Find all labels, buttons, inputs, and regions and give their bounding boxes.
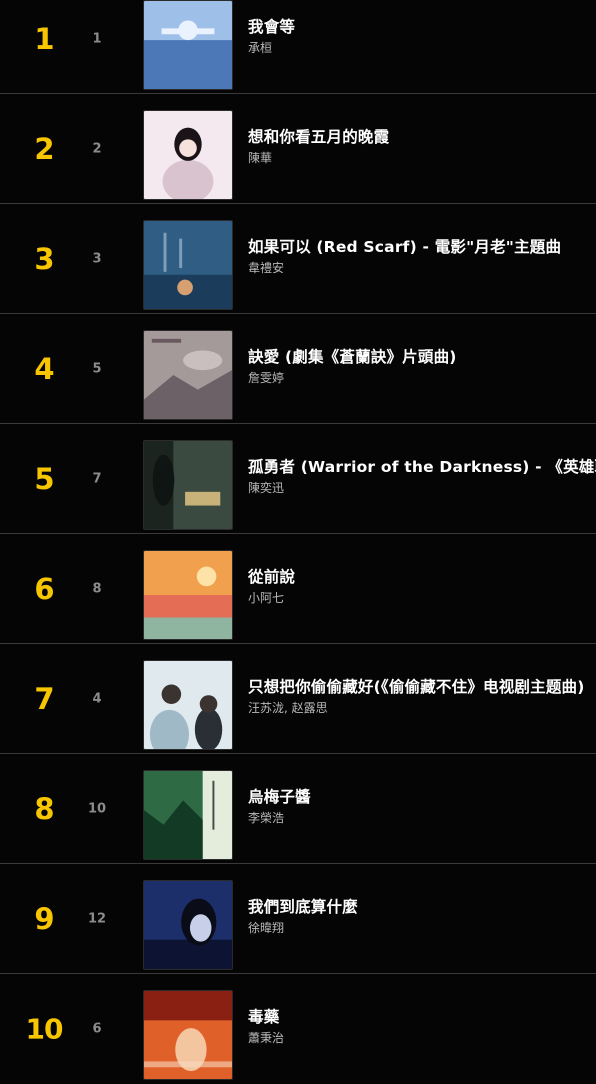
album-cover[interactable] xyxy=(143,770,233,860)
previous-rank: 8 xyxy=(92,581,102,596)
previous-rank: 1 xyxy=(92,31,102,46)
track-info: 烏梅子醬 李榮浩 xyxy=(248,787,596,826)
album-cover[interactable] xyxy=(143,990,233,1080)
track-info: 只想把你偷偷藏好(《偷偷藏不住》电视剧主题曲) 汪苏泷, 赵露思 xyxy=(248,677,596,716)
chart-entry-1[interactable]: 1 1 我會等 承桓 xyxy=(0,0,596,94)
track-title[interactable]: 烏梅子醬 xyxy=(248,787,596,807)
track-artist[interactable]: 陳華 xyxy=(248,150,596,166)
track-title[interactable]: 毒藥 xyxy=(248,1007,596,1027)
chart-entry-9[interactable]: 9 12 我們到底算什麼 徐暐翔 xyxy=(0,864,596,974)
current-rank: 6 xyxy=(34,571,54,606)
track-info: 訣愛 (劇集《蒼蘭訣》片頭曲) 詹雯婷 xyxy=(248,347,596,386)
track-info: 孤勇者 (Warrior of the Darkness) - 《英雄聯盟》 陳… xyxy=(248,457,596,496)
track-title[interactable]: 孤勇者 (Warrior of the Darkness) - 《英雄聯盟》 xyxy=(248,457,596,477)
chart-entry-10[interactable]: 10 6 毒藥 蕭秉治 xyxy=(0,974,596,1084)
current-rank: 2 xyxy=(34,131,54,166)
track-artist[interactable]: 徐暐翔 xyxy=(248,920,596,936)
current-rank: 1 xyxy=(34,21,54,56)
track-info: 如果可以 (Red Scarf) - 電影"月老"主題曲 韋禮安 xyxy=(248,237,596,276)
track-artist[interactable]: 蕭秉治 xyxy=(248,1030,596,1046)
chart-entry-5[interactable]: 5 7 孤勇者 (Warrior of the Darkness) - 《英雄聯… xyxy=(0,424,596,534)
chart-entry-3[interactable]: 3 3 如果可以 (Red Scarf) - 電影"月老"主題曲 韋禮安 xyxy=(0,204,596,314)
chart-entry-6[interactable]: 6 8 從前說 小阿七 xyxy=(0,534,596,644)
chart-list: 1 1 我會等 承桓 2 2 想和你看五月的晚霞 陳華 3 3 如果可以 (Re… xyxy=(0,0,596,1084)
track-title[interactable]: 我會等 xyxy=(248,17,596,37)
current-rank: 9 xyxy=(34,901,54,936)
track-artist[interactable]: 詹雯婷 xyxy=(248,370,596,386)
album-cover[interactable] xyxy=(143,660,233,750)
track-artist[interactable]: 小阿七 xyxy=(248,590,596,606)
current-rank: 7 xyxy=(34,681,54,716)
current-rank: 4 xyxy=(34,351,54,386)
previous-rank: 2 xyxy=(92,141,102,156)
album-cover[interactable] xyxy=(143,0,233,90)
track-info: 從前說 小阿七 xyxy=(248,567,596,606)
track-artist[interactable]: 陳奕迅 xyxy=(248,480,596,496)
track-info: 想和你看五月的晚霞 陳華 xyxy=(248,127,596,166)
chart-entry-7[interactable]: 7 4 只想把你偷偷藏好(《偷偷藏不住》电视剧主题曲) 汪苏泷, 赵露思 xyxy=(0,644,596,754)
track-info: 毒藥 蕭秉治 xyxy=(248,1007,596,1046)
previous-rank: 10 xyxy=(87,801,107,816)
track-artist[interactable]: 李榮浩 xyxy=(248,810,596,826)
previous-rank: 12 xyxy=(87,911,107,926)
album-cover[interactable] xyxy=(143,220,233,310)
track-title[interactable]: 訣愛 (劇集《蒼蘭訣》片頭曲) xyxy=(248,347,596,367)
track-info: 我們到底算什麼 徐暐翔 xyxy=(248,897,596,936)
track-title[interactable]: 只想把你偷偷藏好(《偷偷藏不住》电视剧主题曲) xyxy=(248,677,596,697)
current-rank: 3 xyxy=(34,241,54,276)
previous-rank: 5 xyxy=(92,361,102,376)
album-cover[interactable] xyxy=(143,110,233,200)
previous-rank: 3 xyxy=(92,251,102,266)
album-cover[interactable] xyxy=(143,330,233,420)
album-cover[interactable] xyxy=(143,550,233,640)
current-rank: 5 xyxy=(34,461,54,496)
track-info: 我會等 承桓 xyxy=(248,17,596,56)
previous-rank: 4 xyxy=(92,691,102,706)
track-artist[interactable]: 韋禮安 xyxy=(248,260,596,276)
track-artist[interactable]: 汪苏泷, 赵露思 xyxy=(248,700,596,716)
previous-rank: 7 xyxy=(92,471,102,486)
previous-rank: 6 xyxy=(92,1021,102,1037)
chart-entry-4[interactable]: 4 5 訣愛 (劇集《蒼蘭訣》片頭曲) 詹雯婷 xyxy=(0,314,596,424)
album-cover[interactable] xyxy=(143,440,233,530)
track-title[interactable]: 想和你看五月的晚霞 xyxy=(248,127,596,147)
chart-entry-8[interactable]: 8 10 烏梅子醬 李榮浩 xyxy=(0,754,596,864)
current-rank: 8 xyxy=(34,791,54,826)
current-rank: 10 xyxy=(25,1012,64,1046)
track-title[interactable]: 我們到底算什麼 xyxy=(248,897,596,917)
album-cover[interactable] xyxy=(143,880,233,970)
track-title[interactable]: 如果可以 (Red Scarf) - 電影"月老"主題曲 xyxy=(248,237,596,257)
track-artist[interactable]: 承桓 xyxy=(248,40,596,56)
chart-entry-2[interactable]: 2 2 想和你看五月的晚霞 陳華 xyxy=(0,94,596,204)
track-title[interactable]: 從前說 xyxy=(248,567,596,587)
